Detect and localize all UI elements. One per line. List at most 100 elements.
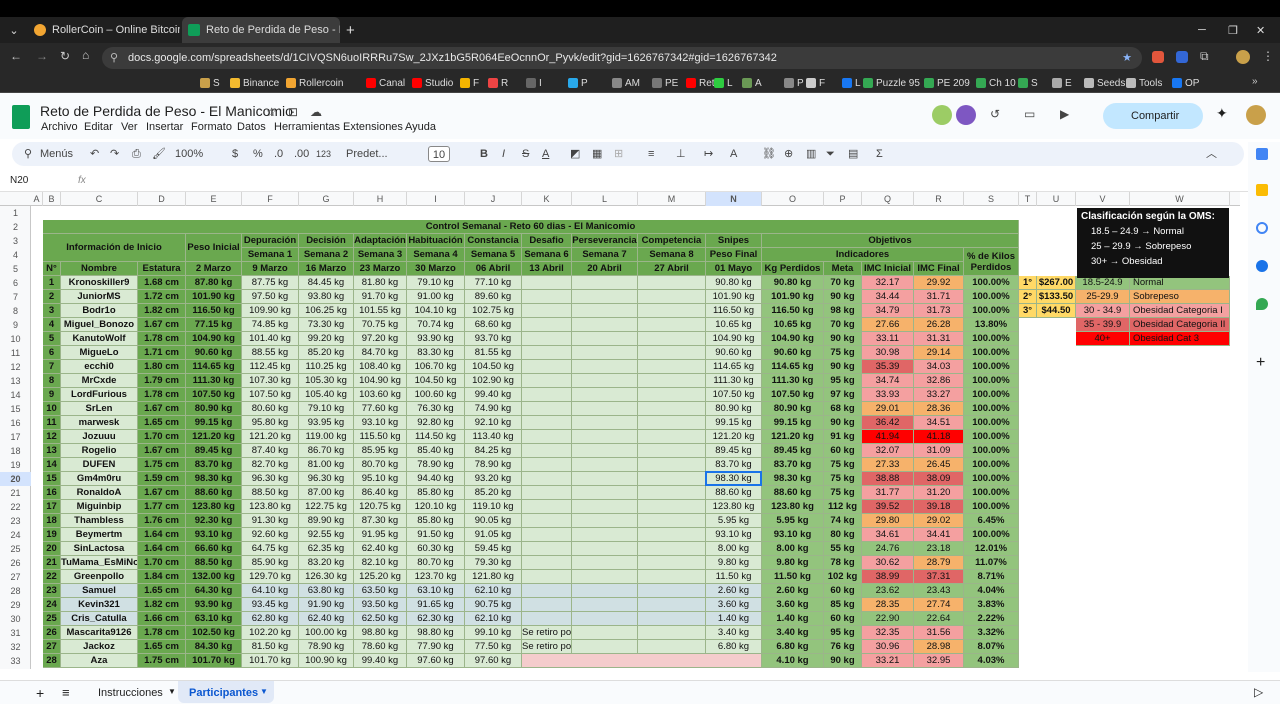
participant-number[interactable]: 25 [43,612,61,626]
header[interactable]: Meta [824,262,862,276]
weekly-weight[interactable] [522,388,572,402]
final-weight[interactable]: 80.90 kg [706,402,762,416]
percent-lost[interactable]: 4.03% [964,654,1019,668]
participant-height[interactable]: 1.82 cm [138,598,186,612]
participant-height[interactable]: 1.64 cm [138,542,186,556]
kg-lost[interactable]: 114.65 kg [762,360,824,374]
weekly-weight[interactable]: 76.30 kg [407,402,465,416]
participant-name[interactable]: Bodr1o [61,304,138,318]
oms-category[interactable]: Obesidad Categoria II [1130,318,1230,332]
weekly-weight[interactable]: 101.55 kg [354,304,407,318]
participant-number[interactable]: 11 [43,416,61,430]
tab-menu-button[interactable]: ⌄ [6,17,22,43]
weekly-weight[interactable]: 123.80 kg [242,500,299,514]
weekly-weight[interactable] [572,290,638,304]
final-weight[interactable]: 83.70 kg [706,458,762,472]
participant-name[interactable]: Beymertm [61,528,138,542]
weekly-weight[interactable]: 63.10 kg [407,584,465,598]
move-folder-icon[interactable]: ⊡ [288,105,298,119]
all-sheets-icon[interactable]: ≡ [62,685,70,700]
header[interactable]: Estatura [138,262,186,276]
percent-lost[interactable]: 11.07% [964,556,1019,570]
bookmark-item[interactable]: L [714,76,733,90]
weekly-weight[interactable]: 92.80 kg [407,416,465,430]
header[interactable]: Peso Inicial [186,234,242,262]
imc-final[interactable]: 32.86 [914,374,964,388]
row-header[interactable]: 3 [0,234,31,248]
weekly-weight[interactable]: 87.75 kg [242,276,299,290]
imc-initial[interactable]: 34.61 [862,528,914,542]
goal-weight[interactable]: 60 kg [824,584,862,598]
participant-height[interactable]: 1.67 cm [138,318,186,332]
participant-height[interactable]: 1.78 cm [138,626,186,640]
cloud-status-icon[interactable]: ☁ [310,105,322,119]
share-button[interactable]: Compartir [1103,103,1203,129]
participant-height[interactable]: 1.67 cm [138,444,186,458]
weekly-weight[interactable]: 97.50 kg [242,290,299,304]
weekly-weight[interactable]: 63.50 kg [354,584,407,598]
participant-number[interactable]: 2 [43,290,61,304]
kg-lost[interactable]: 93.10 kg [762,528,824,542]
weekly-weight[interactable]: 98.80 kg [407,626,465,640]
imc-initial[interactable]: 28.35 [862,598,914,612]
weekly-weight[interactable] [522,528,572,542]
oms-category[interactable]: Sobrepeso [1130,290,1230,304]
weekly-weight[interactable]: 104.90 kg [354,374,407,388]
weekly-weight[interactable] [522,514,572,528]
history-icon[interactable]: ↺ [990,107,1000,121]
percent-lost[interactable]: 100.00% [964,486,1019,500]
participant-name[interactable]: Jozuuu [61,430,138,444]
imc-final[interactable]: 37.31 [914,570,964,584]
kg-lost[interactable]: 104.90 kg [762,332,824,346]
participant-name[interactable]: LordFurious [61,388,138,402]
weekly-weight[interactable] [572,304,638,318]
final-weight[interactable]: 116.50 kg [706,304,762,318]
participant-number[interactable]: 1 [43,276,61,290]
weekly-weight[interactable]: 91.50 kg [407,528,465,542]
header[interactable]: 06 Abril [465,262,522,276]
row-header[interactable]: 29 [0,598,31,612]
initial-weight[interactable]: 80.90 kg [186,402,242,416]
row-header[interactable]: 13 [0,374,31,388]
participant-height[interactable]: 1.66 cm [138,612,186,626]
bookmark-item[interactable]: F [460,76,479,90]
weekly-weight[interactable]: 85.40 kg [407,444,465,458]
weekly-weight[interactable]: 125.20 kg [354,570,407,584]
header[interactable]: Desafio [522,234,572,248]
weekly-weight[interactable]: 93.95 kg [299,416,354,430]
sheet-tab-participantes-active[interactable]: Participantes ▼ [178,681,274,703]
weekly-weight[interactable] [638,500,706,514]
imc-initial[interactable]: 41.94 [862,430,914,444]
weekly-weight[interactable]: 77.90 kg [407,640,465,654]
participant-name[interactable]: Kevin321 [61,598,138,612]
percent-lost[interactable]: 8.71% [964,570,1019,584]
redo-icon[interactable]: ↷ [110,146,119,162]
initial-weight[interactable]: 89.45 kg [186,444,242,458]
kg-lost[interactable]: 89.45 kg [762,444,824,458]
add-addon-icon[interactable]: + [1256,354,1265,372]
weekly-weight[interactable]: 83.30 kg [407,346,465,360]
weekly-weight[interactable] [522,346,572,360]
percent-lost[interactable]: 100.00% [964,430,1019,444]
back-icon[interactable]: ← [10,49,22,63]
weekly-weight[interactable]: 93.50 kg [354,598,407,612]
weekly-weight[interactable] [572,556,638,570]
bookmark-item[interactable]: S [1018,76,1038,90]
column-header[interactable]: J [465,192,522,206]
wrap-icon[interactable]: ↦ [704,146,713,162]
weekly-weight[interactable]: 102.75 kg [465,304,522,318]
participant-name[interactable]: Miguel_Bonozo [61,318,138,332]
participant-height[interactable]: 1.65 cm [138,640,186,654]
paint-format-icon[interactable]: 🖌 [152,146,166,162]
weekly-weight[interactable] [638,290,706,304]
weekly-weight[interactable]: 105.40 kg [299,388,354,402]
header[interactable]: Peso Final [706,248,762,262]
weekly-weight[interactable]: 89.60 kg [465,290,522,304]
header[interactable]: Perseverancia [572,234,638,248]
header[interactable]: Semana 5 [465,248,522,262]
weekly-weight[interactable] [638,430,706,444]
weekly-weight[interactable]: 101.40 kg [242,332,299,346]
goal-weight[interactable]: 97 kg [824,388,862,402]
participant-number[interactable]: 9 [43,388,61,402]
initial-weight[interactable]: 63.10 kg [186,612,242,626]
